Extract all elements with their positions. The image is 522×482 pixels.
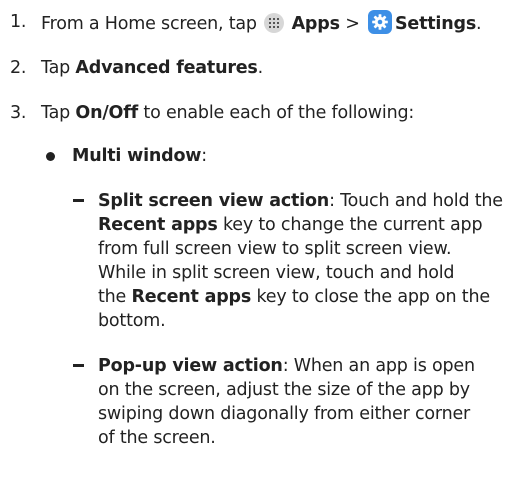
bullet-multi-window: Multi window: [72, 144, 207, 168]
sub-item-1-line-3: from full screen view to split screen vi… [98, 239, 452, 259]
sub-item-1-text-5b: key to close the app on the [256, 287, 490, 307]
bullet-label: Multi window [72, 146, 202, 166]
sub-item-1-text-5a: the [98, 287, 127, 307]
step-2-text: Tap [41, 58, 71, 78]
instructions-page: 1. From a Home screen, tap Apps > Settin… [0, 0, 522, 482]
step-2-target: Advanced features [75, 58, 258, 78]
dash-2 [73, 364, 84, 367]
sub-item-2-label: Pop-up view action [98, 356, 283, 376]
step-1: From a Home screen, tap Apps > Settings. [41, 10, 482, 36]
step-1-apps: Apps [291, 14, 340, 34]
sub-item-1-text-1: : Touch and hold the [329, 191, 503, 211]
sub-item-2-text-1: : When an app is open [282, 356, 475, 376]
sub-item-1-label: Split screen view action [98, 191, 330, 211]
bullet-dot [46, 152, 55, 161]
step-2-period: . [257, 58, 264, 78]
sub-item-1-line-1: Split screen view action: Touch and hold… [98, 189, 503, 213]
sub-item-1-text-2: key to change the current app [222, 215, 483, 235]
step-2: Tap Advanced features. [41, 56, 263, 80]
recent-apps-key-2: Recent apps [131, 287, 252, 307]
settings-gear-icon [368, 10, 393, 34]
step-3-text: Tap [41, 103, 71, 123]
step-3-number: 3. [10, 103, 27, 123]
sub-item-1-line-2: Recent apps key to change the current ap… [98, 213, 483, 237]
sub-item-1-line-5: the Recent apps key to close the app on … [98, 285, 490, 309]
step-1-period: . [476, 14, 482, 34]
step-1-number: 1. [10, 12, 27, 32]
bullet-colon: : [201, 146, 207, 166]
step-3-rest: to enable each of the following: [143, 103, 415, 123]
step-3-target: On/Off [75, 103, 139, 123]
apps-grid-icon [264, 13, 285, 33]
recent-apps-key-1: Recent apps [98, 215, 218, 235]
sub-item-2-line-3: swiping down diagonally from either corn… [98, 404, 471, 424]
step-1-separator: > [345, 14, 360, 34]
sub-item-2-line-4: of the screen. [98, 428, 216, 448]
sub-item-2-line-2: on the screen, adjust the size of the ap… [98, 380, 470, 400]
sub-item-2-line-1: Pop-up view action: When an app is open [98, 354, 475, 378]
step-1-text: From a Home screen, tap [41, 14, 257, 34]
sub-item-1-line-4: While in split screen view, touch and ho… [98, 263, 455, 283]
step-3: Tap On/Off to enable each of the followi… [41, 101, 414, 125]
sub-item-1-line-6: bottom. [98, 311, 166, 331]
step-1-settings: Settings [395, 14, 477, 34]
step-2-number: 2. [10, 58, 27, 78]
dash-1 [73, 199, 84, 202]
